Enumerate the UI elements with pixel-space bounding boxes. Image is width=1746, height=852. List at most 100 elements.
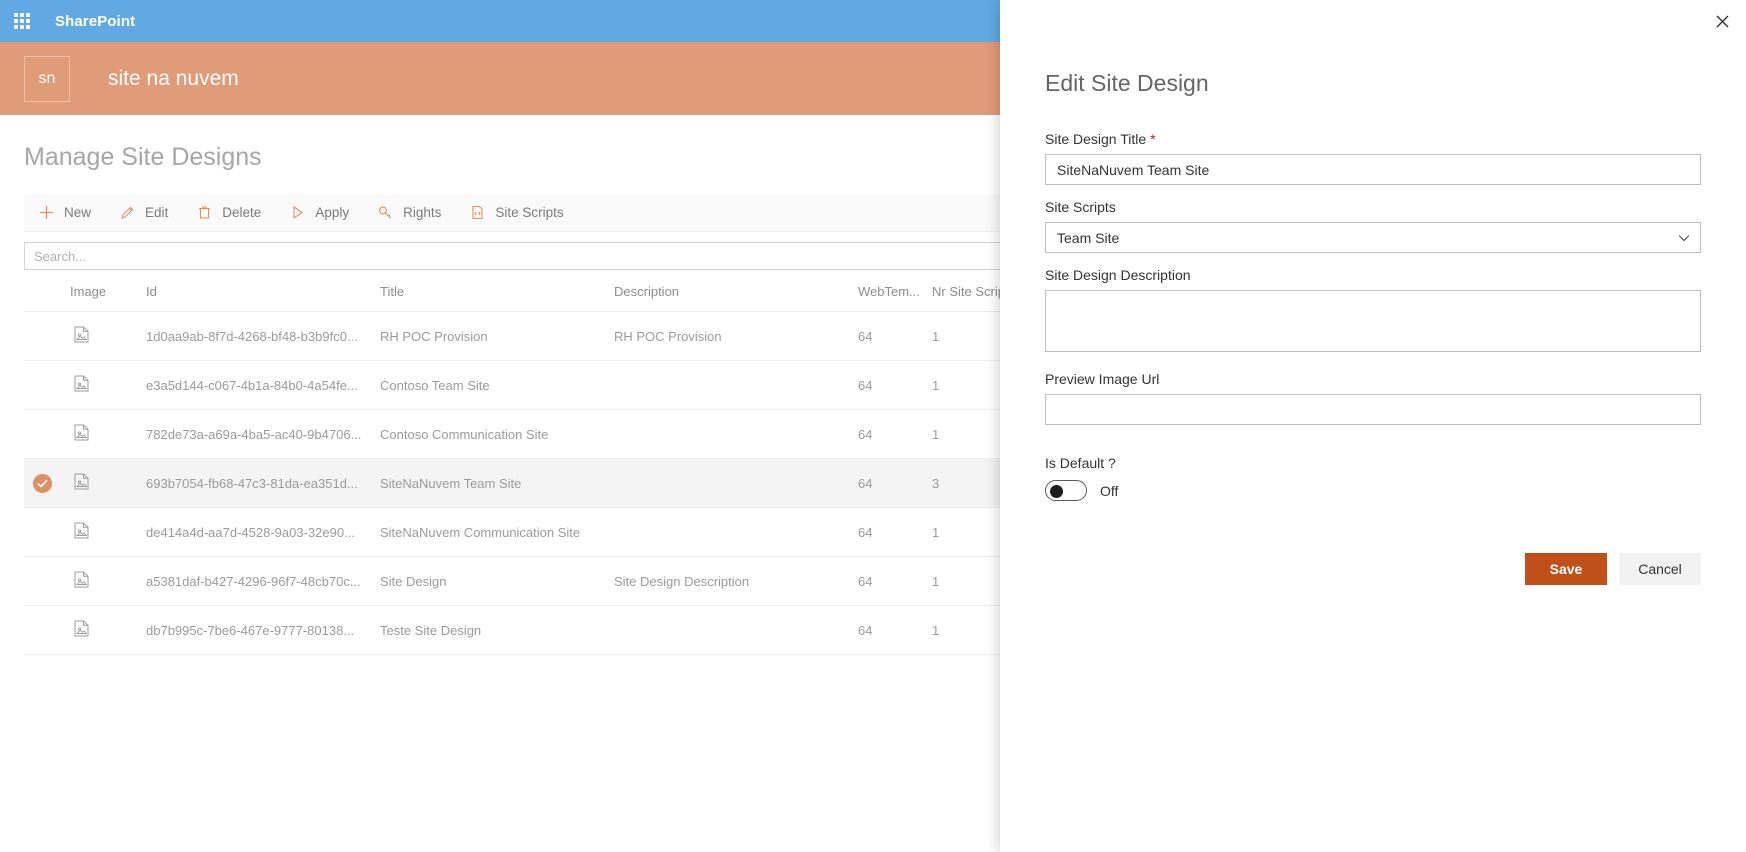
delete-button[interactable]: Delete: [182, 194, 275, 232]
row-selection-indicator[interactable]: [24, 360, 70, 410]
site-scripts-button[interactable]: Site Scripts: [455, 194, 577, 232]
row-description: RH POC Provision: [614, 311, 858, 361]
app-launcher-button[interactable]: [0, 0, 44, 42]
row-id: a5381daf-b427-4296-96f7-48cb70c...: [146, 556, 380, 606]
row-title: Contoso Communication Site: [380, 409, 614, 459]
site-design-title-label-text: Site Design Title: [1045, 131, 1147, 147]
column-header-webtemplate[interactable]: WebTem...: [858, 270, 932, 312]
row-description: [614, 605, 858, 655]
image-file-icon: [74, 424, 89, 441]
field-preview-image-url: Preview Image Url: [1045, 371, 1701, 425]
row-description: [614, 458, 858, 508]
row-description: [614, 507, 858, 557]
edit-site-design-panel: Edit Site Design Site Design Title * Sit…: [1000, 0, 1746, 852]
site-scripts-select-wrap: Team Site: [1045, 222, 1701, 253]
edit-button-label: Edit: [145, 205, 169, 220]
site-name[interactable]: site na nuvem: [108, 67, 239, 91]
is-default-label: Is Default ?: [1045, 455, 1116, 471]
row-title: SiteNaNuvem Communication Site: [380, 507, 614, 557]
field-site-design-description: Site Design Description: [1045, 267, 1701, 357]
sharepoint-brand[interactable]: SharePoint: [55, 13, 135, 30]
new-button[interactable]: New: [24, 194, 105, 232]
field-site-scripts: Site Scripts Team Site: [1045, 199, 1701, 253]
row-id: db7b995c-7be6-467e-9777-80138...: [146, 605, 380, 655]
panel-actions: Save Cancel: [1045, 553, 1701, 585]
row-id: e3a5d144-c067-4b1a-84b0-4a54fe...: [146, 360, 380, 410]
row-title: Contoso Team Site: [380, 360, 614, 410]
column-header-title[interactable]: Title: [380, 270, 614, 312]
save-button[interactable]: Save: [1525, 553, 1607, 585]
trash-icon: [196, 204, 213, 221]
row-selection-indicator[interactable]: [24, 409, 70, 459]
apply-button-label: Apply: [315, 205, 350, 220]
row-id: 1d0aa9ab-8f7d-4268-bf48-b3b9fc0...: [146, 311, 380, 361]
rights-button-label: Rights: [403, 205, 442, 220]
row-image-cell: [70, 458, 146, 508]
sharepoint-page: SharePoint sn site na nuvem Manage Site …: [0, 0, 1746, 852]
plus-icon: [38, 204, 55, 221]
row-image-cell: [70, 311, 146, 361]
image-file-icon: [74, 620, 89, 637]
row-title: SiteNaNuvem Team Site: [380, 458, 614, 508]
row-title: RH POC Provision: [380, 311, 614, 361]
image-file-icon: [74, 375, 89, 392]
row-title: Teste Site Design: [380, 605, 614, 655]
row-selection-indicator[interactable]: [24, 556, 70, 606]
new-button-label: New: [64, 205, 92, 220]
image-file-icon: [74, 571, 89, 588]
row-webtemplate: 64: [858, 311, 932, 361]
row-image-cell: [70, 360, 146, 410]
panel-close-button[interactable]: [1698, 0, 1746, 48]
site-scripts-label: Site Scripts: [1045, 199, 1116, 215]
row-webtemplate: 64: [858, 507, 932, 557]
row-webtemplate: 64: [858, 409, 932, 459]
is-default-state-text: Off: [1100, 482, 1119, 499]
row-description: [614, 360, 858, 410]
site-scripts-button-label: Site Scripts: [495, 205, 564, 220]
site-scripts-select[interactable]: Team Site: [1045, 222, 1701, 253]
row-image-cell: [70, 556, 146, 606]
edit-button[interactable]: Edit: [105, 194, 182, 232]
site-logo-initials: sn: [38, 69, 56, 87]
column-header-image[interactable]: Image: [70, 270, 146, 312]
column-header-description[interactable]: Description: [614, 270, 858, 312]
field-is-default: Is Default ? Off: [1045, 455, 1701, 501]
column-header-selection: [24, 270, 70, 312]
field-site-design-title: Site Design Title *: [1045, 131, 1701, 185]
site-scripts-selected-value: Team Site: [1057, 229, 1120, 246]
image-file-icon: [74, 326, 89, 343]
rights-button[interactable]: Rights: [363, 194, 455, 232]
site-design-title-input[interactable]: [1045, 154, 1701, 185]
preview-image-url-input[interactable]: [1045, 394, 1701, 425]
site-logo[interactable]: sn: [24, 55, 70, 102]
site-design-description-textarea[interactable]: [1045, 290, 1701, 352]
site-design-title-label: Site Design Title *: [1045, 131, 1701, 147]
delete-button-label: Delete: [222, 205, 262, 220]
app-launcher-icon: [14, 13, 30, 29]
row-id: 782de73a-a69a-4ba5-ac40-9b4706...: [146, 409, 380, 459]
row-image-cell: [70, 409, 146, 459]
row-webtemplate: 64: [858, 605, 932, 655]
site-design-description-label: Site Design Description: [1045, 267, 1191, 283]
apply-button[interactable]: Apply: [275, 194, 363, 232]
panel-title: Edit Site Design: [1045, 70, 1209, 96]
is-default-toggle-row: Off: [1045, 480, 1701, 501]
row-selection-indicator[interactable]: [24, 458, 70, 508]
toggle-knob: [1050, 484, 1063, 498]
row-selection-indicator[interactable]: [24, 507, 70, 557]
row-selection-indicator[interactable]: [24, 311, 70, 361]
row-id: 693b7054-fb68-47c3-81da-ea351d...: [146, 458, 380, 508]
row-image-cell: [70, 605, 146, 655]
is-default-toggle[interactable]: [1045, 480, 1087, 501]
preview-image-url-label: Preview Image Url: [1045, 371, 1160, 387]
panel-content: Edit Site Design Site Design Title * Sit…: [1000, 0, 1746, 585]
row-description: [614, 409, 858, 459]
check-circle-icon: [33, 473, 52, 493]
cancel-button[interactable]: Cancel: [1619, 553, 1701, 585]
code-file-icon: [469, 204, 486, 221]
row-selection-indicator[interactable]: [24, 605, 70, 655]
row-webtemplate: 64: [858, 458, 932, 508]
column-header-id[interactable]: Id: [146, 270, 380, 312]
pencil-icon: [119, 204, 136, 221]
row-title: Site Design: [380, 556, 614, 606]
